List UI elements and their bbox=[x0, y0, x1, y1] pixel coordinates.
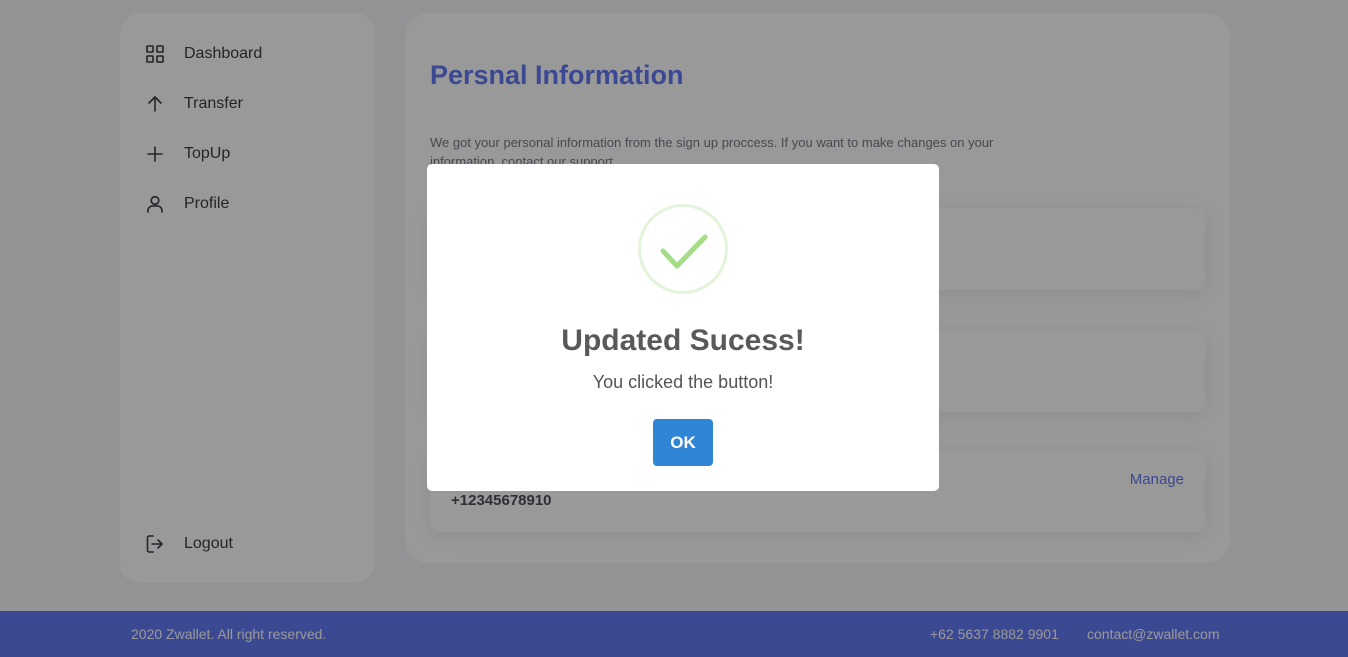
dialog-message: You clicked the button! bbox=[592, 372, 774, 392]
dialog-title: Updated Sucess! bbox=[561, 324, 805, 357]
success-check-icon bbox=[638, 204, 728, 294]
success-dialog: Updated Sucess! You clicked the button! … bbox=[427, 164, 939, 491]
ok-button[interactable]: OK bbox=[653, 419, 713, 466]
